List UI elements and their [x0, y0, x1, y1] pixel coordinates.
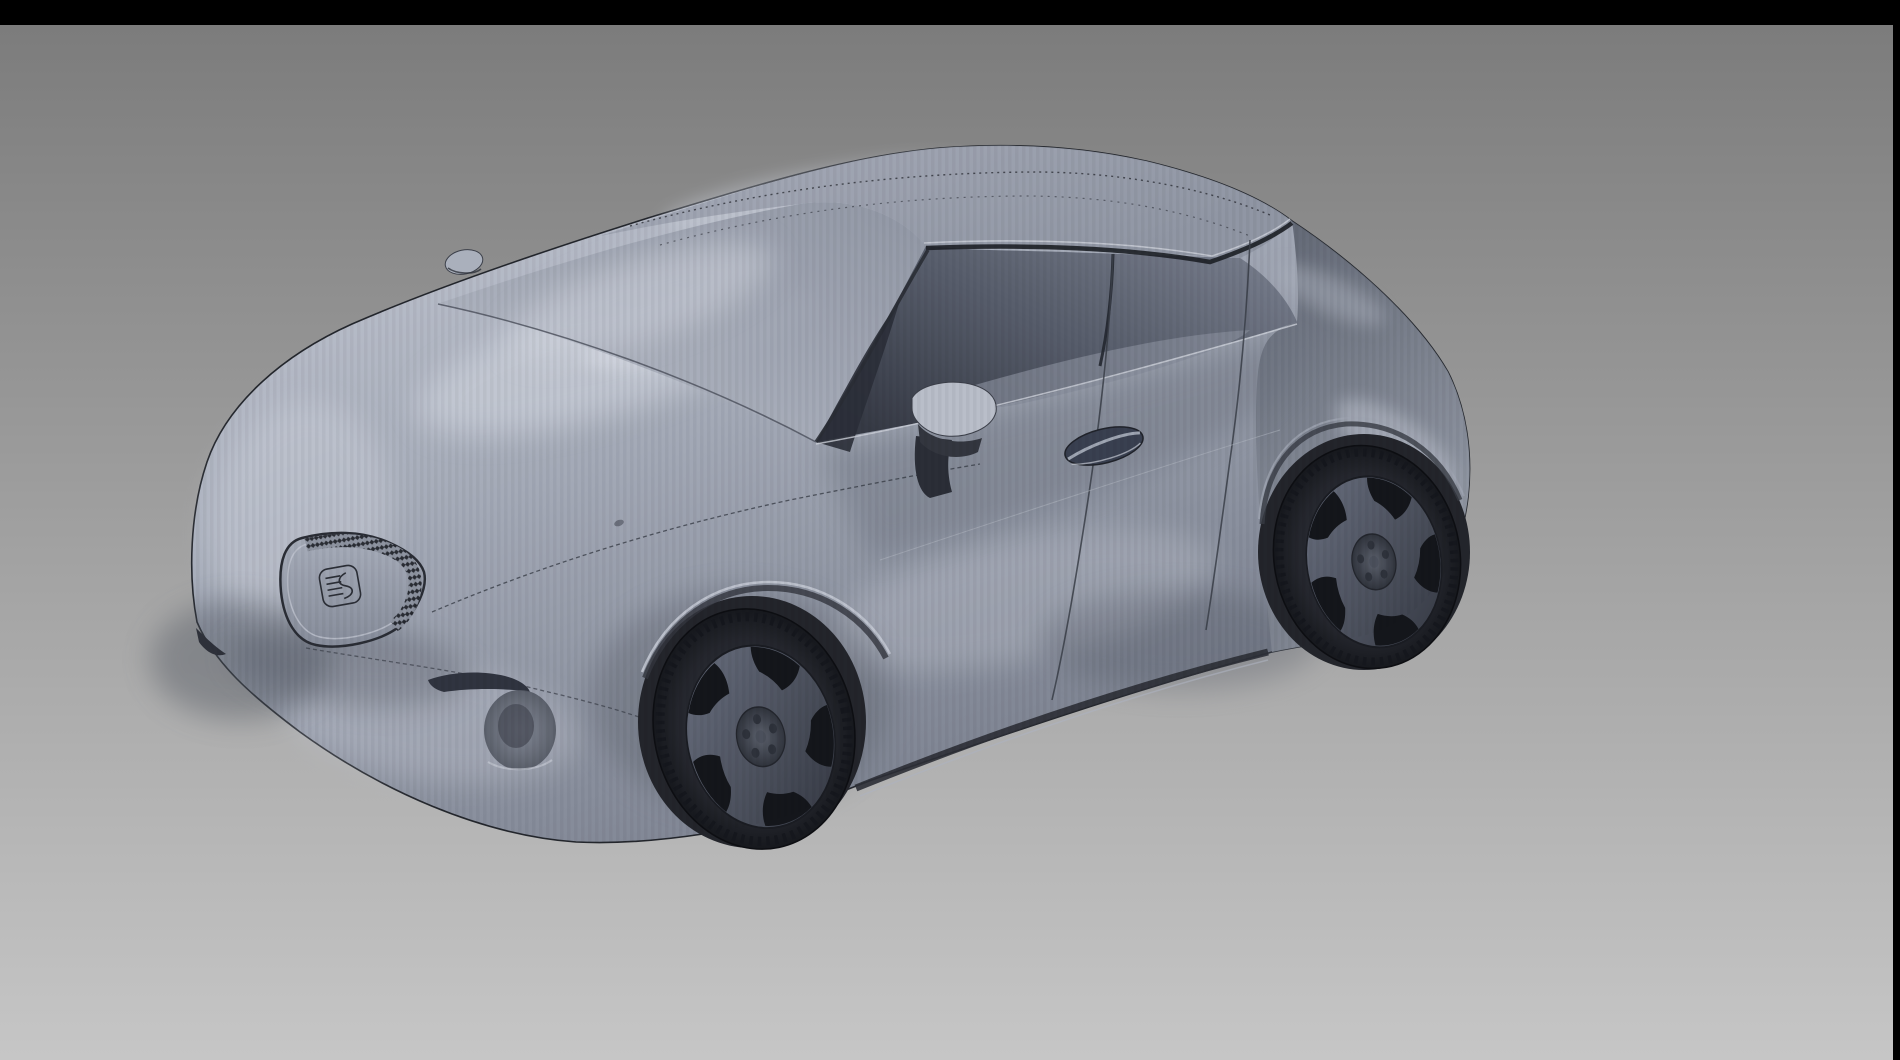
render-banding-overlay — [150, 130, 1530, 890]
car-model-render — [0, 0, 1900, 1060]
car-model — [150, 130, 1530, 890]
screenshot-root — [0, 0, 1900, 1060]
top-letterbox-bar — [0, 0, 1900, 25]
right-letterbox-bar — [1893, 0, 1900, 1060]
cad-viewport-canvas[interactable] — [0, 25, 1893, 1060]
camera-pod — [443, 246, 485, 277]
